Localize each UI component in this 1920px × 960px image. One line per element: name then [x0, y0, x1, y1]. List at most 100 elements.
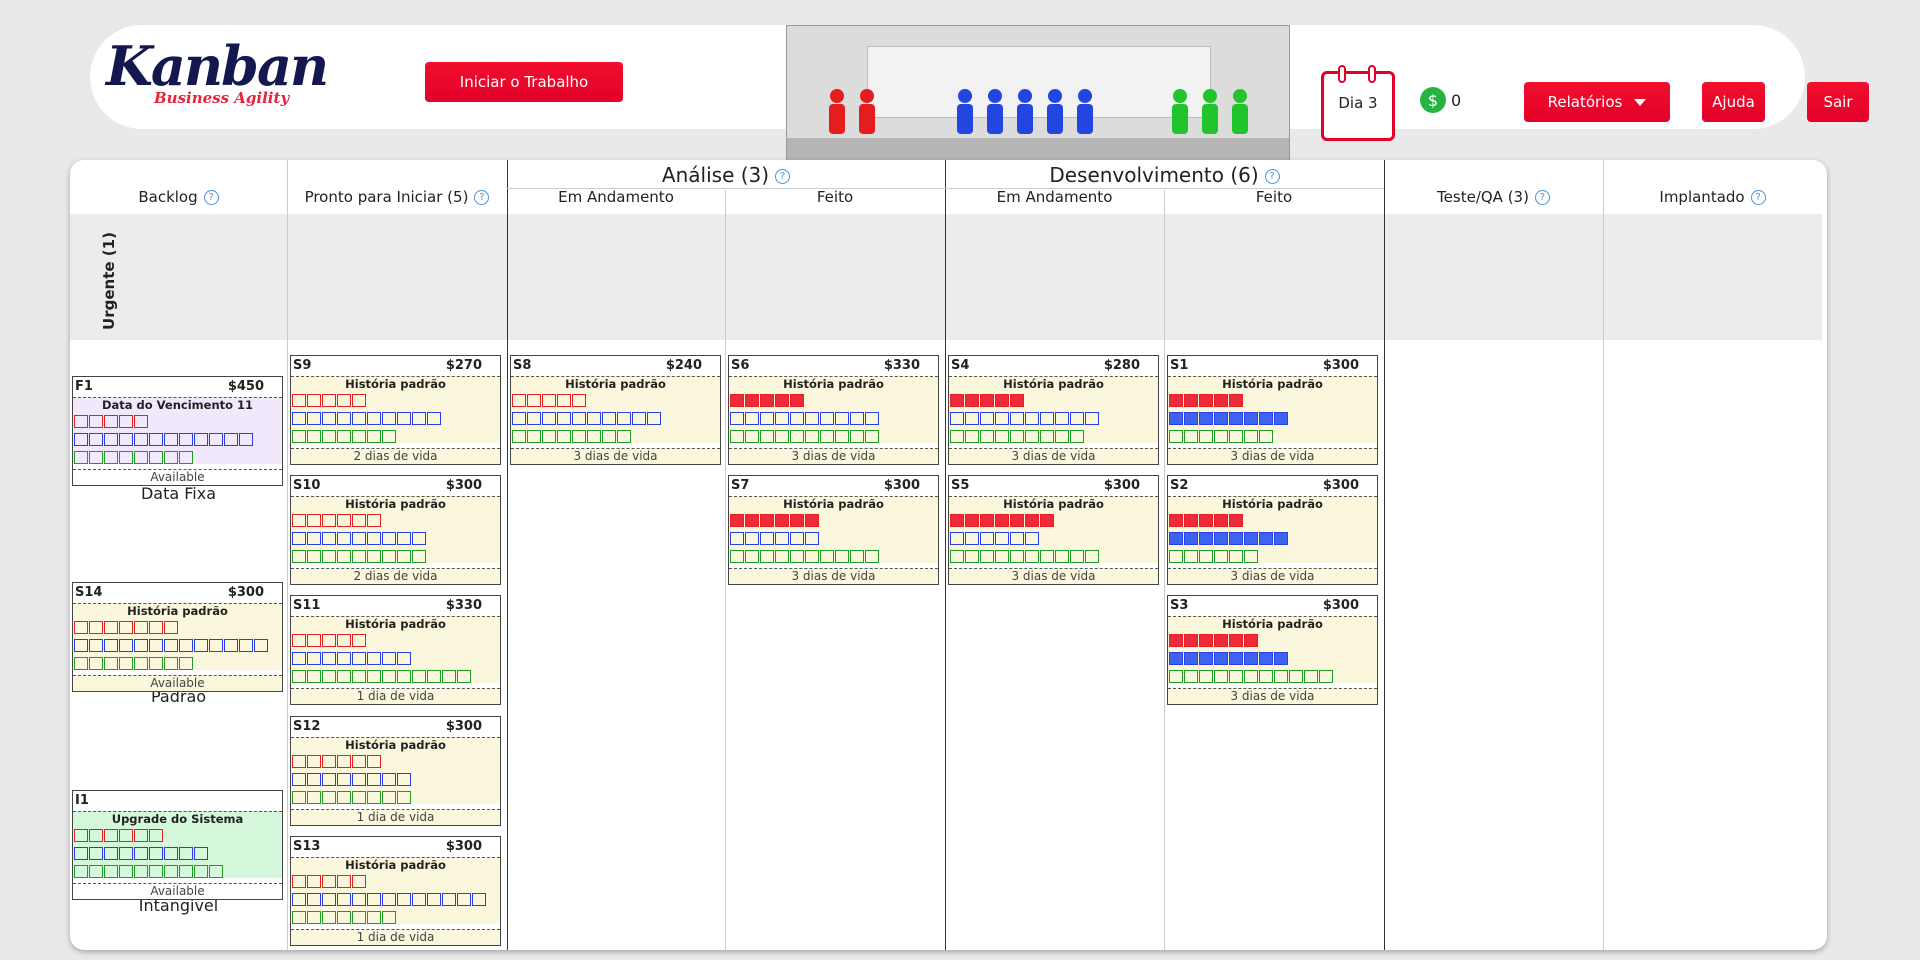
analysis-progress-bar	[950, 514, 1158, 527]
day-calendar: Dia 3	[1321, 65, 1395, 141]
work-card-s10[interactable]: S10 $300 História padrão 2 dias de vida	[290, 475, 501, 585]
analysis-progress-bar	[950, 394, 1158, 407]
card-id: S4	[951, 358, 970, 373]
card-footer: Available	[73, 675, 282, 691]
card-footer: 1 dia de vida	[291, 809, 500, 825]
card-footer: 2 dias de vida	[291, 568, 500, 584]
card-type: História padrão	[345, 738, 446, 752]
exit-button[interactable]: Sair	[1807, 82, 1869, 122]
development-progress-bar	[730, 412, 938, 425]
work-card-s6[interactable]: S6 $330 História padrão 3 dias de vida	[728, 355, 939, 465]
card-id: I1	[75, 793, 89, 808]
card-type: História padrão	[1222, 617, 1323, 631]
card-footer: 3 dias de vida	[949, 568, 1158, 584]
development-progress-bar	[1169, 652, 1377, 665]
test-progress-bar	[950, 550, 1158, 563]
development-progress-bar	[74, 847, 282, 860]
test-progress-bar	[74, 865, 282, 878]
test-progress-bar	[950, 430, 1158, 443]
card-type: História padrão	[345, 377, 446, 391]
card-type: História padrão	[565, 377, 666, 391]
card-footer: 3 dias de vida	[511, 448, 720, 464]
analysis-progress-bar	[74, 415, 282, 428]
backlog-help-icon[interactable]: ?	[203, 190, 219, 205]
card-type: História padrão	[127, 604, 228, 618]
analysis-progress-bar	[292, 514, 500, 527]
card-type: História padrão	[345, 617, 446, 631]
card-value: $300	[445, 478, 482, 493]
analysis-progress-bar	[292, 394, 500, 407]
card-type: História padrão	[1222, 497, 1323, 511]
card-footer: Available	[73, 883, 282, 899]
help-button[interactable]: Ajuda	[1702, 82, 1765, 122]
column-analysis: Análise (3)?	[507, 163, 945, 187]
test-help-icon[interactable]: ?	[1534, 190, 1550, 205]
card-id: S13	[293, 839, 321, 854]
card-value: $280	[1103, 358, 1140, 373]
analysis-progress-bar	[74, 829, 282, 842]
test-progress-bar	[74, 451, 282, 464]
column-test: Teste/QA (3)?	[1384, 188, 1603, 206]
work-card-s11[interactable]: S11 $330 História padrão 1 dia de vida	[290, 595, 501, 705]
card-type: História padrão	[345, 858, 446, 872]
card-value: $270	[445, 358, 482, 373]
card-id: S10	[293, 478, 321, 493]
card-value: $330	[883, 358, 920, 373]
work-card-s2[interactable]: S2 $300 História padrão 3 dias de vida	[1167, 475, 1378, 585]
work-card-s8[interactable]: S8 $240 História padrão 3 dias de vida	[510, 355, 721, 465]
work-card-s1[interactable]: S1 $300 História padrão 3 dias de vida	[1167, 355, 1378, 465]
card-footer: 3 dias de vida	[1168, 568, 1377, 584]
test-progress-bar	[512, 430, 720, 443]
money-icon: $	[1420, 87, 1446, 113]
card-value: $300	[1322, 598, 1359, 613]
card-value: $300	[227, 585, 264, 600]
reports-button[interactable]: Relatórios	[1524, 82, 1670, 122]
urgent-lane-label: Urgente (1)	[99, 232, 118, 330]
test-progress-bar	[292, 791, 500, 804]
work-card-s3[interactable]: S3 $300 História padrão 3 dias de vida	[1167, 595, 1378, 705]
column-dev-doing: Em Andamento	[996, 188, 1113, 206]
work-card-s9[interactable]: S9 $270 História padrão 2 dias de vida	[290, 355, 501, 465]
test-progress-bar	[1169, 430, 1377, 443]
work-card-s4[interactable]: S4 $280 História padrão 3 dias de vida	[948, 355, 1159, 465]
logo-title: Kanban	[106, 34, 329, 98]
card-value: $450	[227, 379, 264, 394]
card-value: $330	[445, 598, 482, 613]
work-card-s12[interactable]: S12 $300 História padrão 1 dia de vida	[290, 716, 501, 826]
kanban-logo: Kanban Business Agility	[106, 34, 329, 115]
development-progress-bar	[950, 412, 1158, 425]
card-type: História padrão	[1003, 377, 1104, 391]
work-card-s7[interactable]: S7 $300 História padrão 3 dias de vida	[728, 475, 939, 585]
card-footer: 1 dia de vida	[291, 688, 500, 704]
analysis-progress-bar	[1169, 634, 1377, 647]
reports-label: Relatórios	[1547, 93, 1623, 111]
card-id: F1	[75, 379, 93, 394]
development-progress-bar	[74, 433, 282, 446]
test-progress-bar	[292, 911, 500, 924]
work-card-s13[interactable]: S13 $300 História padrão 1 dia de vida	[290, 836, 501, 946]
card-value: $240	[665, 358, 702, 373]
top-bar: Kanban Business Agility Iniciar o Trabal…	[90, 25, 1869, 184]
work-card-i1[interactable]: I1 Upgrade do Sistema Available	[72, 790, 283, 900]
ready-help-icon[interactable]: ?	[474, 190, 490, 205]
start-work-button[interactable]: Iniciar o Trabalho	[425, 62, 623, 102]
day-label: Dia 3	[1338, 94, 1378, 112]
development-help-icon[interactable]: ?	[1264, 169, 1280, 184]
work-card-s5[interactable]: S5 $300 História padrão 3 dias de vida	[948, 475, 1159, 585]
work-card-f1[interactable]: F1 $450 Data do Vencimento 11 Available	[72, 376, 283, 486]
test-progress-bar	[1169, 550, 1377, 563]
test-progress-bar	[730, 550, 938, 563]
test-progress-bar	[292, 550, 500, 563]
card-id: S14	[75, 585, 103, 600]
work-card-s14[interactable]: S14 $300 História padrão Available	[72, 582, 283, 692]
test-progress-bar	[1169, 670, 1377, 683]
analysis-progress-bar	[730, 394, 938, 407]
card-footer: Available	[73, 469, 282, 485]
deployed-help-icon[interactable]: ?	[1750, 190, 1766, 205]
analysis-help-icon[interactable]: ?	[775, 169, 791, 184]
card-footer: 3 dias de vida	[729, 568, 938, 584]
development-progress-bar	[1169, 412, 1377, 425]
card-value: $300	[1103, 478, 1140, 493]
development-progress-bar	[730, 532, 938, 545]
card-footer: 3 dias de vida	[949, 448, 1158, 464]
